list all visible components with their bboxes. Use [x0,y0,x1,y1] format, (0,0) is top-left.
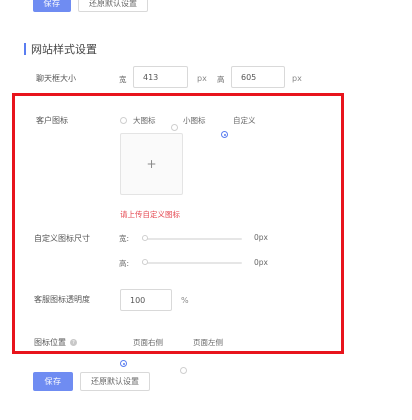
chat-box-height-label: 高 [217,75,225,84]
help-icon[interactable]: ? [70,339,77,346]
radio-small-icon-label[interactable]: 小图标 [183,115,206,126]
upload-warning-text: 请上传自定义图标 [120,210,180,219]
radio-page-left-label[interactable]: 页面左侧 [193,337,223,348]
opacity-label: 客服图标透明度 [34,295,90,304]
radio-custom-icon-label[interactable]: 自定义 [233,115,256,126]
radio-page-left[interactable] [180,367,187,374]
section-title-text: 网站样式设置 [31,43,97,56]
chat-box-width-unit: px [197,74,207,83]
section-title-bar [24,43,26,55]
plus-icon: + [146,157,157,171]
custom-height-value: 0px [254,258,268,267]
radio-small-icon[interactable] [171,124,178,131]
custom-width-slider-track[interactable] [142,238,242,240]
chat-box-width-label: 宽 [119,75,127,84]
radio-large-icon-label[interactable]: 大图标 [133,115,156,126]
radio-custom-icon[interactable] [221,131,228,138]
custom-width-label: 宽: [119,234,130,243]
top-reset-button[interactable]: 还原默认设置 [78,0,148,12]
chat-box-size-label: 聊天框大小 [36,74,76,83]
custom-icon-size-label: 自定义图标尺寸 [34,234,90,243]
section-title: 网站样式设置 [24,41,97,57]
custom-height-slider-track[interactable] [142,262,242,264]
icon-position-label-text: 图标位置 [34,338,66,347]
opacity-unit: % [181,296,189,305]
save-button[interactable]: 保存 [33,372,73,391]
custom-width-slider-handle[interactable] [142,235,148,241]
icon-position-label: 图标位置 ? [34,337,77,348]
top-save-button[interactable]: 保存 [33,0,71,12]
custom-width-value: 0px [254,233,268,242]
reset-default-button[interactable]: 还原默认设置 [80,372,150,391]
radio-large-icon[interactable] [120,117,127,124]
chat-box-width-input[interactable]: 413 [133,66,188,88]
opacity-input[interactable]: 100 [120,289,172,311]
customer-icon-label: 客户图标 [36,116,68,125]
icon-upload-box[interactable]: + [120,133,183,195]
radio-page-right[interactable] [120,360,127,367]
custom-height-label: 高: [119,259,130,268]
custom-height-slider-handle[interactable] [142,259,148,265]
radio-page-right-label[interactable]: 页面右侧 [133,337,163,348]
chat-box-height-unit: px [292,74,302,83]
chat-box-height-input[interactable]: 605 [231,66,285,88]
